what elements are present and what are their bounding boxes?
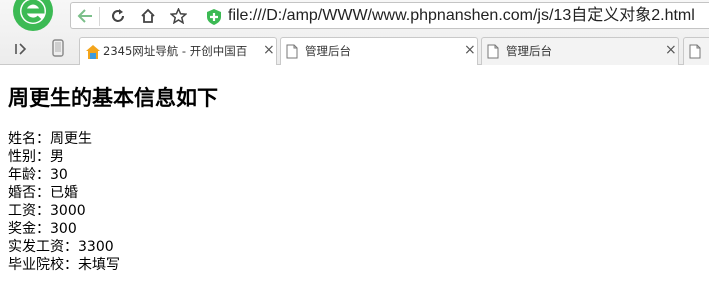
tab-admin-2[interactable]: 管理后台 × xyxy=(481,37,679,65)
info-row-gender: 性别：男 xyxy=(8,149,64,165)
info-row-net-pay: 实发工资：3300 xyxy=(8,239,114,255)
shield-icon xyxy=(207,9,221,29)
tab-2345[interactable]: 2345网址导航 - 开创中国百 × xyxy=(79,37,277,65)
info-row-name: 姓名：周更生 xyxy=(8,131,92,147)
nav-divider xyxy=(99,7,100,26)
tab-partial[interactable] xyxy=(683,37,709,65)
info-row-married: 婚否：已婚 xyxy=(8,185,78,201)
page-icon xyxy=(689,44,701,63)
page-content: 周更生的基本信息如下 姓名：周更生 性别：男 年龄：30 婚否：已婚 工资：30… xyxy=(8,84,708,274)
info-row-bonus: 奖金：300 xyxy=(8,221,77,237)
browser-chrome: file:///D:/amp/WWW/www.phpnanshen.com/js… xyxy=(0,0,709,65)
tab-title: 管理后台 xyxy=(305,44,351,58)
info-row-age: 年龄：30 xyxy=(8,167,68,183)
info-list: 姓名：周更生 性别：男 年龄：30 婚否：已婚 工资：3000 奖金：300 实… xyxy=(8,130,708,274)
reload-icon xyxy=(112,9,124,22)
back-button[interactable] xyxy=(74,6,96,26)
home-icon xyxy=(141,8,155,23)
tab-strip: 2345网址导航 - 开创中国百 × 管理后台 × 管理后台 × xyxy=(0,34,709,65)
home-button[interactable] xyxy=(137,6,159,26)
tab-close-icon[interactable]: × xyxy=(464,42,476,58)
info-row-salary: 工资：3000 xyxy=(8,203,86,219)
star-icon xyxy=(169,8,187,24)
browser-logo-icon[interactable] xyxy=(6,0,60,34)
site-favicon-icon xyxy=(85,44,101,64)
page-icon xyxy=(286,44,298,63)
tab-title: 管理后台 xyxy=(506,44,552,58)
tab-admin-1[interactable]: 管理后台 × xyxy=(280,37,478,65)
address-bar[interactable]: file:///D:/amp/WWW/www.phpnanshen.com/js… xyxy=(70,2,709,29)
page-title: 周更生的基本信息如下 xyxy=(8,85,218,110)
bookmark-button[interactable] xyxy=(167,6,189,26)
info-row-school: 毕业院校：未填写 xyxy=(8,257,120,273)
tab-close-icon[interactable]: × xyxy=(665,42,677,58)
device-icon[interactable] xyxy=(52,39,64,61)
url-text[interactable]: file:///D:/amp/WWW/www.phpnanshen.com/js… xyxy=(228,6,695,26)
arrow-left-icon xyxy=(77,9,92,23)
tab-close-icon[interactable]: × xyxy=(263,42,275,58)
sidebar-toggle-icon[interactable] xyxy=(14,41,28,60)
page-icon xyxy=(487,44,499,63)
tab-title: 2345网址导航 - 开创中国百 xyxy=(103,44,248,58)
reload-button[interactable] xyxy=(107,6,129,26)
